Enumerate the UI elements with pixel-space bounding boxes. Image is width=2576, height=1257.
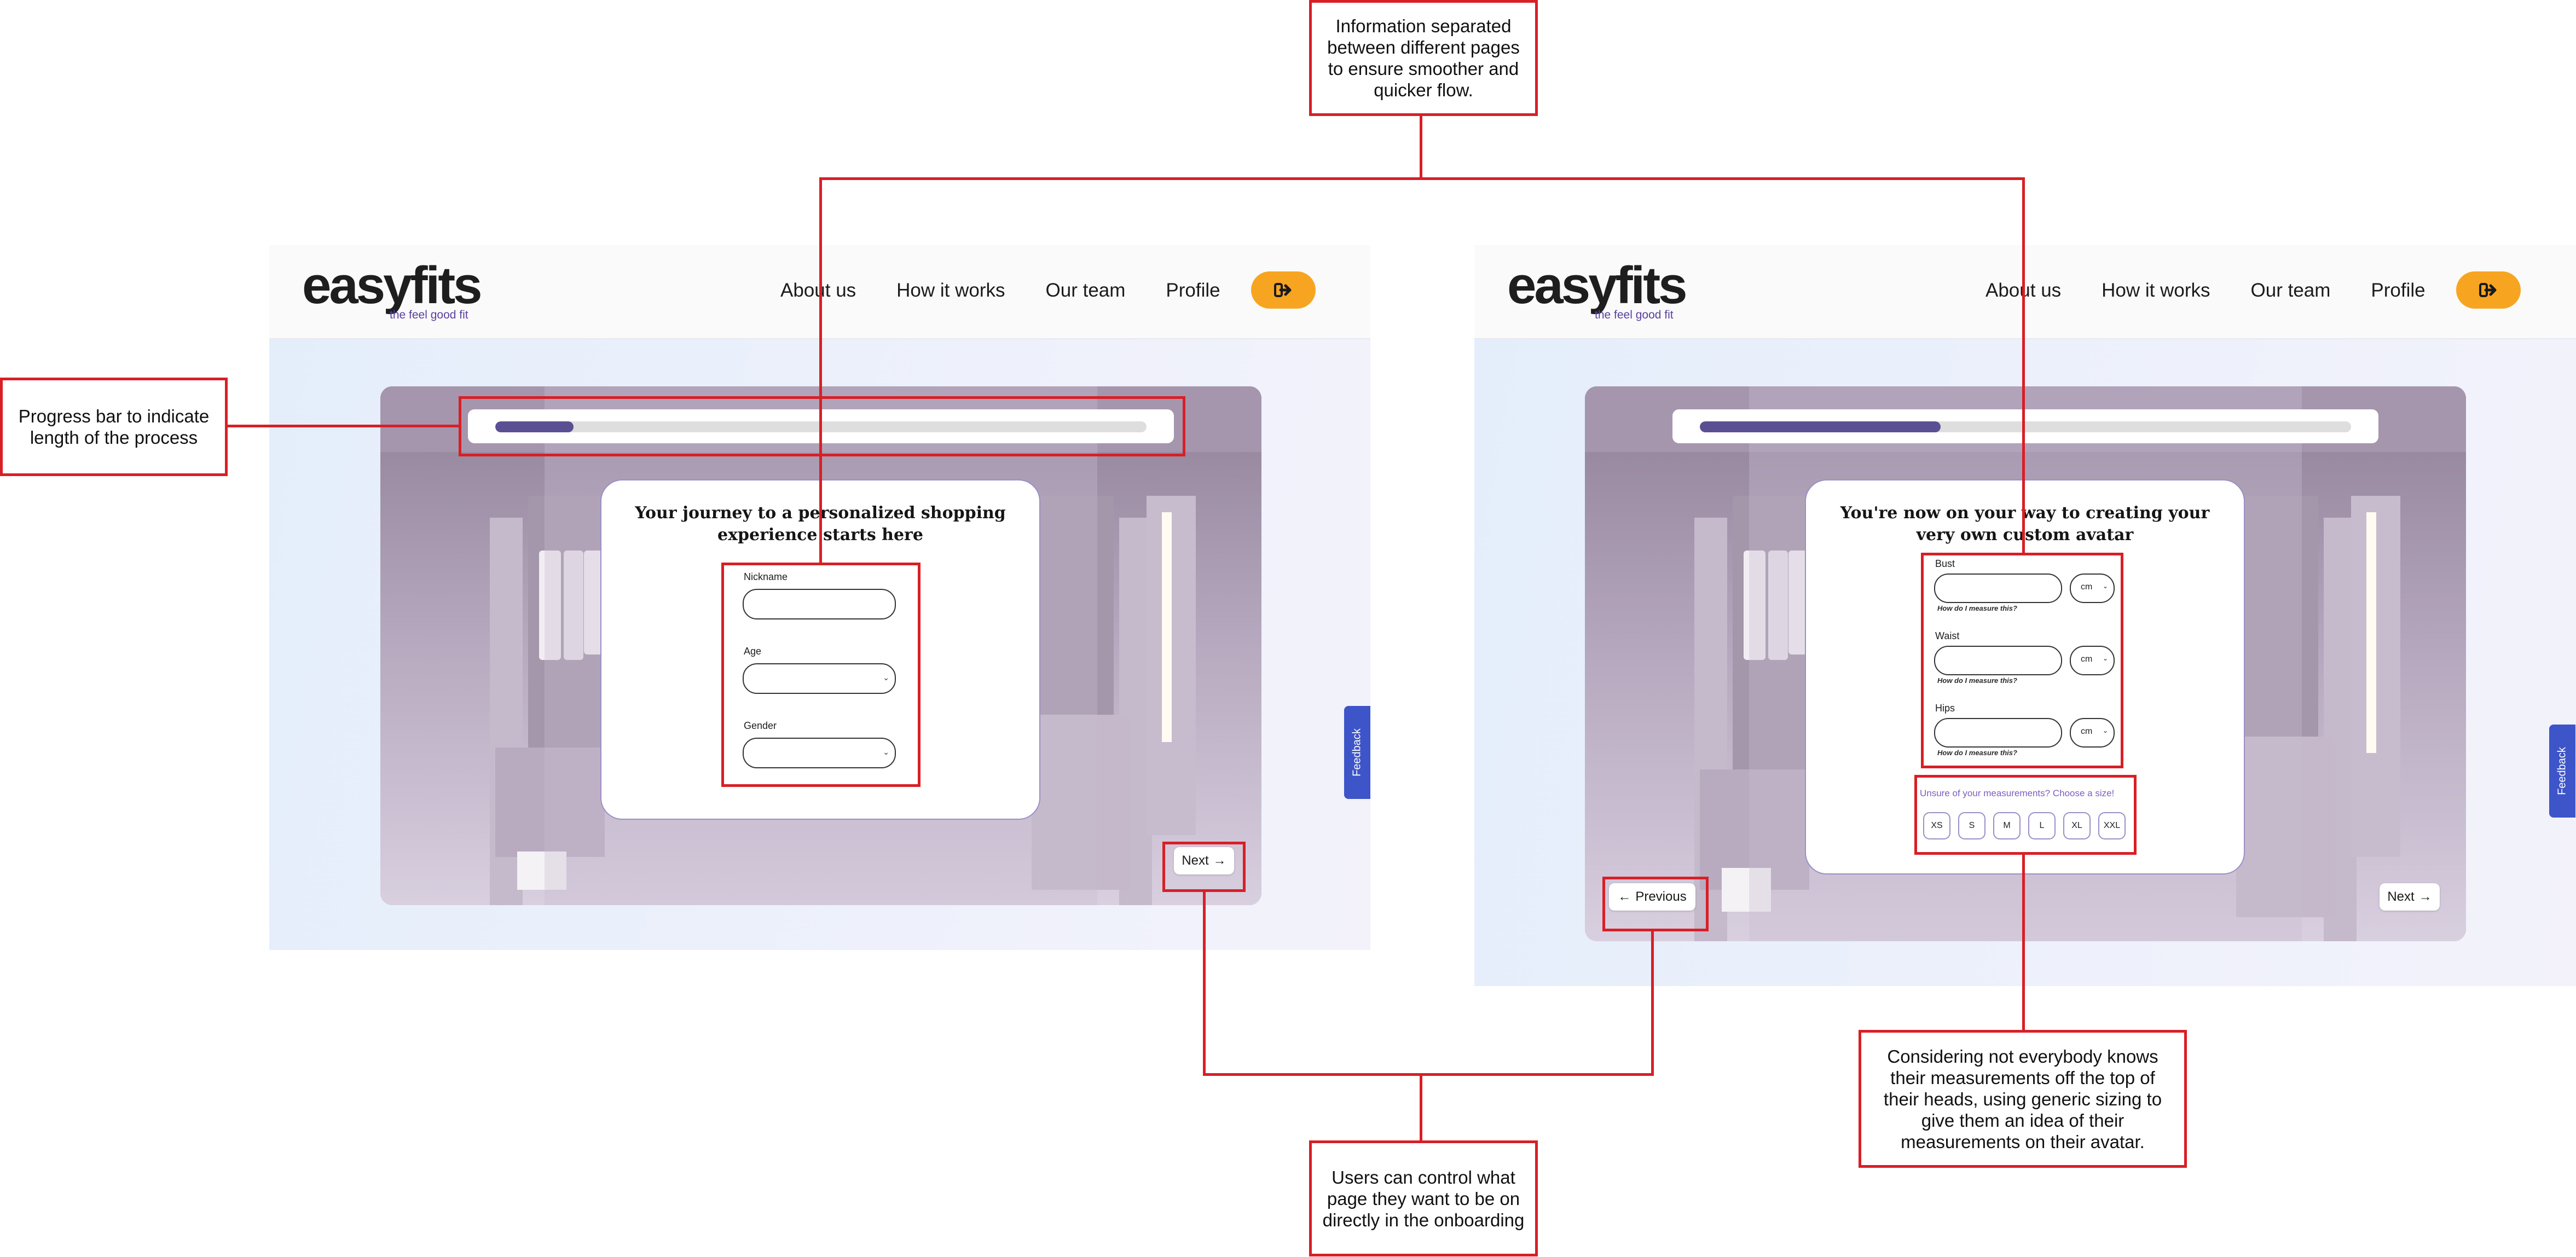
previous-button[interactable]: ← Previous (1609, 883, 1695, 911)
bust-help-link[interactable]: How do I measure this? (1937, 604, 2017, 612)
progress-fill (495, 421, 574, 432)
connector-line (2022, 854, 2025, 1032)
unsure-size-prompt: Unsure of your measurements? Choose a si… (1920, 788, 2115, 798)
annotation-sizing: Considering not everybody knows their me… (1859, 1030, 2187, 1168)
waist-input[interactable] (1934, 646, 2062, 675)
arrow-left-icon: ← (1618, 889, 1631, 904)
nickname-label: Nickname (744, 571, 788, 582)
main-menu: About us How it works Our team Profile (780, 277, 1261, 304)
easyfits-logo[interactable]: easyfits the feel good fit (1507, 259, 1688, 322)
hips-input[interactable] (1934, 718, 2062, 748)
connector-line (1420, 106, 1422, 178)
connector-line (819, 177, 822, 563)
hips-label: Hips (1935, 703, 1955, 714)
connector-line (1203, 1073, 1654, 1076)
annotation-progress: Progress bar to indicate length of the p… (0, 378, 228, 476)
feedback-tab[interactable]: Feedback (1344, 706, 1370, 799)
size-xs-button[interactable]: XS (1923, 812, 1950, 839)
connector-line (1651, 931, 1654, 1075)
waist-unit-select[interactable]: cm ⌄ (2070, 646, 2115, 675)
sign-out-icon (1274, 283, 1292, 297)
progress-bar (1700, 421, 2351, 432)
age-select[interactable]: ⌄ (743, 663, 896, 694)
connector-line (2022, 177, 2025, 555)
feedback-tab[interactable]: Feedback (2549, 725, 2575, 818)
nav-how-it-works[interactable]: How it works (896, 280, 1005, 302)
size-l-button[interactable]: L (2028, 812, 2056, 839)
onboarding-card: You're now on your way to creating your … (1805, 479, 2245, 874)
onboarding-screen-2: easyfits the feel good fit About us How … (1474, 245, 2576, 986)
top-navbar: easyfits the feel good fit About us How … (1474, 245, 2576, 339)
bust-label: Bust (1935, 558, 1955, 569)
closet-background-image: You're now on your way to creating your … (1585, 386, 2466, 941)
size-xxl-button[interactable]: XXL (2098, 812, 2126, 839)
annotation-navigation: Users can control what page they want to… (1309, 1140, 1538, 1256)
bust-unit-select[interactable]: cm ⌄ (2070, 574, 2115, 603)
arrow-right-icon: → (2418, 889, 2432, 904)
nav-our-team[interactable]: Our team (1046, 280, 1126, 302)
logout-button[interactable] (1251, 271, 1316, 309)
annotation-pages: Information separated between different … (1309, 0, 1538, 116)
connector-line (819, 177, 2025, 180)
next-button[interactable]: Next → (1174, 847, 1234, 874)
card-title: You're now on your way to creating your … (1840, 503, 2210, 544)
connector-line (227, 425, 461, 427)
easyfits-logo[interactable]: easyfits the feel good fit (302, 259, 483, 322)
hips-help-link[interactable]: How do I measure this? (1937, 749, 2017, 757)
chevron-down-icon: ⌄ (2102, 582, 2108, 590)
gender-label: Gender (744, 720, 777, 731)
size-m-button[interactable]: M (1993, 812, 2021, 839)
connector-line (1203, 890, 1206, 1075)
size-s-button[interactable]: S (1958, 812, 1985, 839)
page-content: You're now on your way to creating your … (1474, 339, 2576, 986)
waist-label: Waist (1935, 630, 1960, 641)
sign-out-icon (2479, 283, 2497, 297)
connector-line (1420, 1073, 1422, 1142)
age-label: Age (744, 646, 762, 657)
progress-bar-card (1672, 409, 2378, 443)
chevron-down-icon: ⌄ (2102, 727, 2108, 734)
nav-our-team[interactable]: Our team (2251, 280, 2331, 302)
progress-fill (1700, 421, 1941, 432)
logout-button[interactable] (2456, 271, 2521, 309)
nav-profile[interactable]: Profile (1166, 280, 1220, 302)
chevron-down-icon: ⌄ (883, 673, 889, 682)
nav-how-it-works[interactable]: How it works (2102, 280, 2210, 302)
chevron-down-icon: ⌄ (2102, 654, 2108, 662)
nickname-input[interactable] (743, 589, 896, 619)
hips-unit-select[interactable]: cm ⌄ (2070, 718, 2115, 748)
nav-about-us[interactable]: About us (780, 280, 856, 302)
chevron-down-icon: ⌄ (883, 748, 889, 756)
main-menu: About us How it works Our team Profile (1985, 277, 2466, 304)
size-xl-button[interactable]: XL (2063, 812, 2091, 839)
nav-profile[interactable]: Profile (2371, 280, 2425, 302)
next-button[interactable]: Next → (2380, 883, 2440, 911)
arrow-right-icon: → (1213, 853, 1226, 868)
gender-select[interactable]: ⌄ (743, 738, 896, 768)
bust-input[interactable] (1934, 574, 2062, 603)
waist-help-link[interactable]: How do I measure this? (1937, 676, 2017, 685)
